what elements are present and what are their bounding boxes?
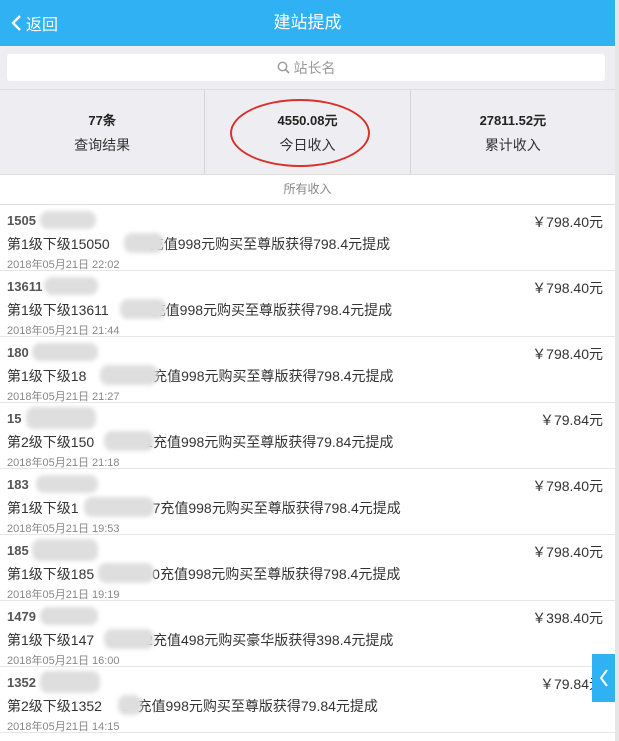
item-name: 180 bbox=[7, 345, 29, 360]
redaction-blur bbox=[32, 343, 98, 361]
redaction-blur bbox=[98, 563, 154, 583]
income-list: 1505 ￥798.40元 第1级下级15050 充值998元购买至尊版获得798… bbox=[0, 205, 615, 733]
item-description: 第2级下级1352 17充值998元购买至尊版获得79.84元提成 bbox=[7, 696, 378, 716]
stat-value: 77条 bbox=[88, 112, 116, 128]
top-bar: 返回 建站提成 bbox=[0, 0, 615, 46]
search-bar: 站长名 bbox=[0, 46, 615, 89]
redaction-blur bbox=[32, 539, 98, 561]
list-item[interactable]: 15 ￥79.84元 第2级下级150 1充值998元购买至尊版获得79.84元提… bbox=[0, 403, 615, 469]
search-icon bbox=[277, 61, 290, 74]
item-name: 1352 bbox=[7, 675, 36, 690]
section-title: 所有收入 bbox=[0, 175, 615, 205]
redaction-blur bbox=[118, 695, 142, 715]
item-description: 第1级下级15050 充值998元购买至尊版获得798.4元提成 bbox=[7, 234, 390, 254]
redaction-blur bbox=[104, 431, 154, 451]
side-panel-toggle[interactable] bbox=[592, 654, 615, 702]
item-amount: ￥398.40元 bbox=[532, 610, 603, 626]
app-frame: 返回 建站提成 站长名 77条 查询结果 4550.08元 今日收入 27811… bbox=[0, 0, 615, 741]
desc-part: 0充值998元购买至尊版获得798.4元提成 bbox=[152, 566, 401, 582]
item-description: 第1级下级13611 充值998元购买至尊版获得798.4元提成 bbox=[7, 300, 392, 320]
item-amount: ￥798.40元 bbox=[532, 346, 603, 362]
item-name: 183 bbox=[7, 477, 29, 492]
stat-label: 查询结果 bbox=[74, 136, 131, 153]
item-time: 2018年05月21日 19:53 bbox=[7, 523, 120, 535]
stat-label: 今日收入 bbox=[279, 136, 336, 153]
redaction-blur bbox=[40, 607, 98, 625]
item-amount: ￥79.84元 bbox=[539, 412, 603, 428]
item-description: 第2级下级150 1充值998元购买至尊版获得79.84元提成 bbox=[7, 432, 393, 452]
desc-part: 第2级下级1352 bbox=[7, 698, 102, 714]
chevron-left-icon bbox=[11, 15, 21, 31]
stat-label: 累计收入 bbox=[484, 136, 541, 153]
list-item[interactable]: 183 ￥798.40元 第1级下级1 7充值998元购买至尊版获得798.4元提… bbox=[0, 469, 615, 535]
back-label: 返回 bbox=[26, 17, 59, 34]
item-description: 第1级下级18 9充值998元购买至尊版获得798.4元提成 bbox=[7, 366, 394, 386]
stat-total-income[interactable]: 27811.52元 累计收入 bbox=[409, 90, 615, 174]
page-title: 建站提成 bbox=[273, 13, 342, 32]
redaction-blur bbox=[84, 497, 154, 517]
item-time: 2018年05月21日 16:00 bbox=[7, 655, 120, 667]
desc-part: 第1级下级18 bbox=[7, 368, 87, 384]
stats-panel: 77条 查询结果 4550.08元 今日收入 27811.52元 累计收入 bbox=[0, 89, 615, 175]
desc-part: 第1级下级147 bbox=[7, 632, 95, 648]
item-name: 185 bbox=[7, 543, 29, 558]
chevron-left-icon bbox=[599, 669, 608, 687]
redaction-blur bbox=[104, 629, 154, 649]
list-item[interactable]: 13611 ￥798.40元 第1级下级13611 充值998元购买至尊版获得79… bbox=[0, 271, 615, 337]
desc-part: 2充值498元购买豪华版获得398.4元提成 bbox=[145, 632, 394, 648]
desc-part: 第1级下级1 bbox=[7, 500, 79, 516]
item-name: 1505 bbox=[7, 213, 36, 228]
item-time: 2018年05月21日 22:02 bbox=[7, 259, 120, 271]
item-time: 2018年05月21日 14:15 bbox=[7, 721, 120, 733]
item-name: 15 bbox=[7, 411, 22, 426]
desc-part: 充值998元购买至尊版获得798.4元提成 bbox=[149, 236, 391, 252]
desc-part: 9充值998元购买至尊版获得798.4元提成 bbox=[145, 368, 394, 384]
desc-part: 充值998元购买至尊版获得798.4元提成 bbox=[151, 302, 393, 318]
item-amount: ￥798.40元 bbox=[532, 478, 603, 494]
desc-part: 第1级下级13611 bbox=[7, 302, 109, 318]
desc-part: 7充值998元购买至尊版获得798.4元提成 bbox=[152, 500, 401, 516]
redaction-blur bbox=[36, 475, 98, 493]
search-placeholder: 站长名 bbox=[293, 59, 336, 76]
item-name: 13611 bbox=[7, 279, 43, 294]
redaction-blur bbox=[44, 277, 98, 295]
search-input[interactable]: 站长名 bbox=[7, 54, 605, 81]
item-description: 第1级下级1 7充值998元购买至尊版获得798.4元提成 bbox=[7, 498, 401, 518]
item-name: 1479 bbox=[7, 609, 36, 624]
list-item[interactable]: 1479 ￥398.40元 第1级下级147 2充值498元购买豪华版获得398.… bbox=[0, 601, 615, 667]
scrollbar[interactable] bbox=[615, 0, 619, 741]
back-button[interactable]: 返回 bbox=[10, 0, 58, 46]
stat-query-results[interactable]: 77条 查询结果 bbox=[0, 90, 204, 174]
desc-part: 第2级下级150 bbox=[7, 434, 95, 450]
item-amount: ￥798.40元 bbox=[532, 544, 603, 560]
stat-value: 4550.08元 bbox=[277, 112, 338, 128]
desc-part: 17充值998元购买至尊版获得79.84元提成 bbox=[121, 698, 378, 714]
stat-today-income[interactable]: 4550.08元 今日收入 bbox=[204, 90, 409, 174]
desc-part: 第1级下级185 bbox=[7, 566, 95, 582]
list-item[interactable]: 180 ￥798.40元 第1级下级18 9充值998元购买至尊版获得798.4元… bbox=[0, 337, 615, 403]
item-time: 2018年05月21日 21:18 bbox=[7, 457, 120, 469]
redaction-blur bbox=[40, 211, 96, 229]
redaction-blur bbox=[40, 671, 100, 693]
redaction-blur bbox=[100, 365, 158, 385]
stat-value: 27811.52元 bbox=[479, 112, 547, 128]
item-time: 2018年05月21日 21:27 bbox=[7, 391, 120, 403]
list-item[interactable]: 1505 ￥798.40元 第1级下级15050 充值998元购买至尊版获得798… bbox=[0, 205, 615, 271]
desc-part: 1充值998元购买至尊版获得79.84元提成 bbox=[145, 434, 394, 450]
item-amount: ￥798.40元 bbox=[532, 214, 603, 230]
list-item[interactable]: 185 ￥798.40元 第1级下级185 0充值998元购买至尊版获得798.4… bbox=[0, 535, 615, 601]
item-amount: ￥798.40元 bbox=[532, 280, 603, 296]
desc-part: 第1级下级15050 bbox=[7, 236, 110, 252]
redaction-blur bbox=[120, 299, 166, 319]
item-time: 2018年05月21日 19:19 bbox=[7, 589, 120, 601]
list-item[interactable]: 1352 ￥79.84元 第2级下级1352 17充值998元购买至尊版获得79.… bbox=[0, 667, 615, 733]
redaction-blur bbox=[124, 233, 164, 253]
item-time: 2018年05月21日 21:44 bbox=[7, 325, 120, 337]
item-description: 第1级下级147 2充值498元购买豪华版获得398.4元提成 bbox=[7, 630, 393, 650]
redaction-blur bbox=[26, 407, 96, 429]
item-description: 第1级下级185 0充值998元购买至尊版获得798.4元提成 bbox=[7, 564, 400, 584]
